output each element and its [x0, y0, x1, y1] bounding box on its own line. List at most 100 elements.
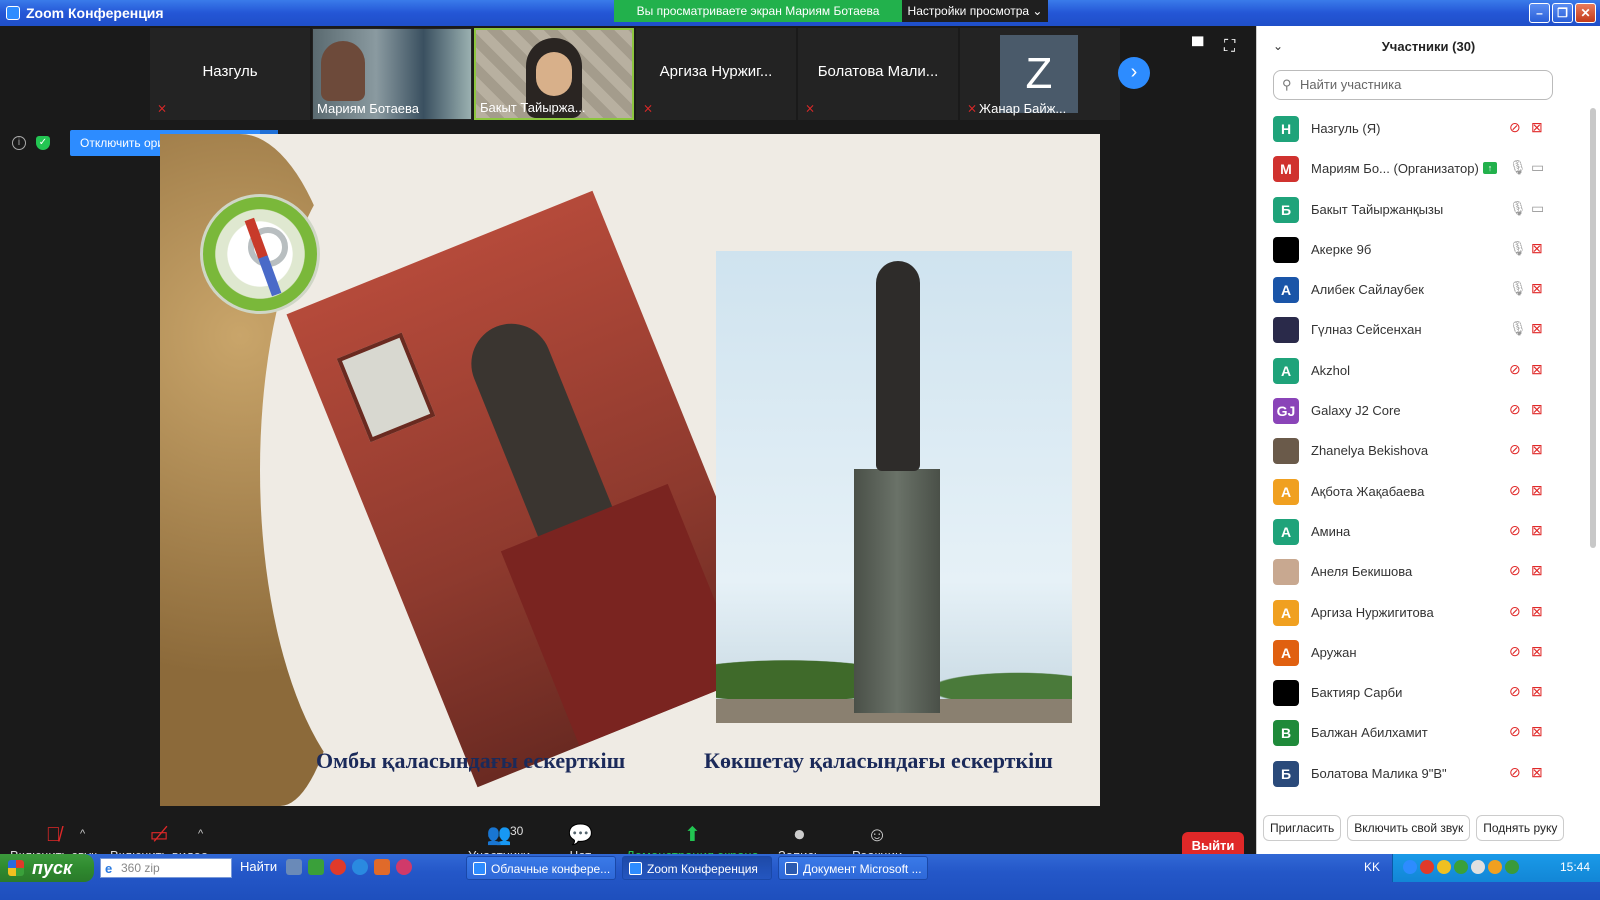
participant-name: Аргиза Нуржиг...: [659, 63, 773, 80]
participant-name: Аружан: [1311, 644, 1357, 660]
participant-row[interactable]: Zhanelya Bekishova ⊘ ⊠: [1257, 430, 1587, 470]
video-tile[interactable]: ⨯ Болатова Мали...: [798, 28, 958, 120]
video-off-icon: ⊠: [1531, 119, 1543, 135]
close-window-button[interactable]: ✕: [1575, 3, 1596, 23]
layout-icon[interactable]: ▀: [1192, 38, 1203, 56]
raise-hand-button[interactable]: Поднять руку: [1476, 815, 1565, 841]
view-options-label: Настройки просмотра: [907, 4, 1030, 18]
app-icon[interactable]: [374, 859, 390, 875]
app-icon[interactable]: [396, 859, 412, 875]
participant-search-input[interactable]: ⚲ Найти участника: [1273, 70, 1553, 100]
audio-options-caret[interactable]: ^: [80, 828, 85, 840]
maximize-button[interactable]: ❐: [1552, 3, 1573, 23]
windows-taskbar: пуск e 360 zip Найти Облачные конфере... Z…: [0, 854, 1600, 900]
tray-icon[interactable]: [1505, 860, 1519, 874]
participant-avatar: Б: [1273, 196, 1299, 223]
tray-icon[interactable]: [1488, 860, 1502, 874]
microphone-muted-icon: ⊘: [1509, 521, 1521, 538]
video-options-caret[interactable]: ^: [198, 828, 203, 840]
video-tile[interactable]: Z ⨯ Жанар Байж...: [960, 28, 1120, 120]
video-off-icon: ⊠: [1531, 683, 1543, 700]
next-page-button[interactable]: ›: [1118, 57, 1150, 89]
microphone-muted-icon: ⨯: [643, 101, 654, 115]
video-strip: ⨯ Назгуль Мариям Ботаева Бакыт Тайыржа... ⨯ А…: [150, 28, 1122, 120]
participant-row[interactable]: GJ Galaxy J2 Core ⊘ ⊠: [1257, 390, 1587, 430]
participant-row[interactable]: А Аргиза Нуржигитова ⊘ ⊠: [1257, 592, 1587, 632]
participant-row[interactable]: А Ақбота Жақабаева ⊘ ⊠: [1257, 471, 1587, 511]
app-icon[interactable]: [308, 859, 324, 875]
microphone-muted-icon: ⨯: [967, 101, 978, 115]
desktop-icon[interactable]: [286, 859, 302, 875]
sharing-screen-icon: ↑: [1483, 162, 1497, 175]
video-off-icon: ⊠: [1531, 441, 1543, 458]
microphone-muted-icon: ⊘: [1509, 481, 1521, 498]
tray-icon[interactable]: [1420, 860, 1434, 874]
participant-avatar: GJ: [1273, 398, 1299, 425]
participant-avatar: [1273, 680, 1299, 707]
tray-icon[interactable]: [1471, 860, 1485, 874]
participant-row[interactable]: Б Бакыт Тайыржанқызы 🎙 ▭: [1257, 189, 1587, 229]
tray-icons: [1403, 860, 1519, 874]
start-button[interactable]: пуск: [0, 854, 94, 882]
language-indicator[interactable]: KK: [1364, 860, 1380, 874]
fullscreen-icon[interactable]: ⛶: [1224, 38, 1235, 56]
browser-icon[interactable]: [352, 859, 368, 875]
view-options-dropdown[interactable]: Настройки просмотра ⌄: [902, 0, 1048, 22]
participant-row[interactable]: Гүлназ Сейсенхан 🎙 ⊠: [1257, 309, 1587, 349]
zoom-tray-icon[interactable]: [1403, 860, 1417, 874]
tray-icon[interactable]: [1437, 860, 1451, 874]
video-icon: ▭: [1531, 159, 1545, 176]
statue-figure: [459, 311, 616, 546]
participant-name: Galaxy J2 Core: [1311, 403, 1401, 419]
invite-button[interactable]: Пригласить: [1263, 815, 1342, 841]
participant-name: Назгуль: [202, 63, 258, 80]
unmute-me-button[interactable]: Включить свой звук: [1347, 815, 1471, 841]
search-placeholder: Найти участника: [1300, 77, 1402, 92]
participant-row[interactable]: Бактияр Сарби ⊘ ⊠: [1257, 672, 1587, 712]
caption-right: Көкшетау қаласындағы ескерткіш: [704, 748, 1053, 773]
yandex-icon[interactable]: [330, 859, 346, 875]
participant-name: Назгуль (Я): [1311, 121, 1381, 136]
microphone-icon: 🎙: [1509, 199, 1527, 216]
video-icon: ▭: [1531, 199, 1545, 216]
participant-row[interactable]: Н Назгуль (Я) ⊘ ⊠: [1257, 108, 1587, 148]
participant-row[interactable]: A Akzhol ⊘ ⊠: [1257, 350, 1587, 390]
tray-icon[interactable]: [1454, 860, 1468, 874]
participant-name: Мариям Ботаева: [317, 101, 420, 116]
video-tile[interactable]: Бакыт Тайыржа...: [474, 28, 634, 120]
participant-row[interactable]: Анеля Бекишова ⊘ ⊠: [1257, 551, 1587, 591]
reactions-icon: ☺: [866, 824, 888, 846]
video-tile[interactable]: ⨯ Назгуль: [150, 28, 310, 120]
participant-row[interactable]: А Алибек Сайлаубек 🎙 ⊠: [1257, 269, 1587, 309]
participant-row[interactable]: А Аружан ⊘ ⊠: [1257, 632, 1587, 672]
participant-row[interactable]: Акерке 9б 🎙 ⊠: [1257, 229, 1587, 269]
microphone-muted-icon: ⊘: [1509, 441, 1521, 458]
participant-name: Мариям Бо... (Организатор): [1311, 161, 1479, 177]
find-button[interactable]: Найти: [240, 859, 277, 874]
taskbar-button-label: Zoom Конференция: [647, 862, 758, 876]
shield-icon[interactable]: ✓: [36, 136, 50, 150]
microphone-muted-icon: ⨯: [805, 101, 816, 115]
video-tile[interactable]: Мариям Ботаева: [312, 28, 472, 120]
participant-row[interactable]: М Мариям Бо... (Организатор) ↑ 🎙 ▭: [1257, 148, 1587, 188]
participants-panel-title: Участники (30): [1381, 39, 1476, 54]
video-tile[interactable]: ⨯ Аргиза Нуржиг...: [636, 28, 796, 120]
windows-logo-icon: [8, 860, 24, 876]
taskbar-button[interactable]: Документ Microsoft ...: [778, 856, 928, 880]
participants-panel-header: ⌄ Участники (30): [1257, 26, 1600, 68]
participant-row[interactable]: Б Болатова Малика 9"В" ⊘ ⊠: [1257, 753, 1587, 793]
address-text: 360 zip: [121, 861, 160, 875]
address-bar[interactable]: e 360 zip: [100, 858, 232, 878]
participants-scrollbar[interactable]: [1590, 108, 1596, 548]
taskbar-button-label: Облачные конфере...: [491, 862, 611, 876]
minimize-button[interactable]: –: [1529, 3, 1550, 23]
participant-row[interactable]: А Амина ⊘ ⊠: [1257, 511, 1587, 551]
participant-avatar: В: [1273, 720, 1299, 747]
taskbar-button[interactable]: Облачные конфере...: [466, 856, 616, 880]
participant-avatar: Н: [1273, 116, 1299, 142]
participant-row[interactable]: В Балжан Абилхамит ⊘ ⊠: [1257, 712, 1587, 752]
info-icon[interactable]: i: [12, 136, 26, 150]
taskbar-button[interactable]: Zoom Конференция: [622, 856, 772, 880]
participants-list: Н Назгуль (Я) ⊘ ⊠ М Мариям Бо... (Организатор…: [1257, 108, 1587, 798]
window-title-bar: Zoom Конференция Вы просматриваете экран…: [0, 0, 1600, 26]
